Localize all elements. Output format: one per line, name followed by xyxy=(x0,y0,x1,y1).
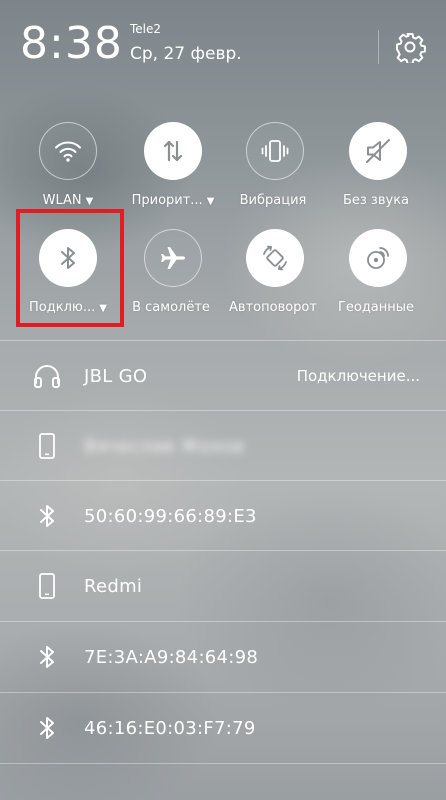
wifi-icon xyxy=(39,122,97,180)
list-divider xyxy=(0,763,446,764)
list-item[interactable]: Вячеслав Жохов xyxy=(0,411,446,481)
device-name: Redmi xyxy=(84,575,143,597)
vibration-icon xyxy=(246,122,304,180)
device-name: Вячеслав Жохов xyxy=(84,435,245,457)
toggle-wlan[interactable]: WLAN ▼ xyxy=(13,122,123,208)
toggle-label: Без звука xyxy=(342,193,410,208)
location-icon xyxy=(349,229,407,287)
airplane-icon xyxy=(144,229,202,287)
bluetooth-icon xyxy=(32,713,62,743)
list-item[interactable]: Redmi xyxy=(0,551,446,621)
list-item[interactable]: 50:60:99:66:89:E3 xyxy=(0,481,446,551)
headphones-icon xyxy=(32,361,62,391)
header-divider xyxy=(378,30,379,64)
toggle-label: В самолёте xyxy=(132,300,210,315)
toggle-silent[interactable]: Без звука xyxy=(323,122,433,208)
list-item[interactable]: JBL GO Подключение... xyxy=(0,341,446,411)
device-name: JBL GO xyxy=(84,365,148,387)
bluetooth-icon xyxy=(32,501,62,531)
device-name: 7E:3A:A9:84:64:98 xyxy=(84,646,259,668)
device-name: 50:60:99:66:89:E3 xyxy=(84,505,257,527)
toggle-label: Автоповорот xyxy=(229,300,317,315)
list-item[interactable]: 7E:3A:A9:84:64:98 xyxy=(0,622,446,692)
bluetooth-icon xyxy=(32,642,62,672)
phone-icon xyxy=(32,571,62,601)
toggle-label: Вибрация xyxy=(239,193,307,208)
toggle-airplane[interactable]: В самолёте xyxy=(118,229,228,315)
toggle-label: WLAN xyxy=(42,193,82,208)
list-item[interactable]: 46:16:E0:03:F7:79 xyxy=(0,693,446,763)
phone-icon xyxy=(32,431,62,461)
date: Ср, 27 февр. xyxy=(130,44,242,64)
toggle-location[interactable]: Геоданные xyxy=(323,229,433,315)
toggle-label: Геоданные xyxy=(337,300,415,315)
chevron-down-icon[interactable]: ▼ xyxy=(86,196,94,207)
device-name: 46:16:E0:03:F7:79 xyxy=(84,717,256,739)
data-priority-icon xyxy=(144,122,202,180)
mute-icon xyxy=(349,122,407,180)
clock: 8:38 xyxy=(20,18,123,69)
operator-name: Tele2 xyxy=(130,22,162,36)
toggle-data-priority[interactable]: Приорит... ▼ xyxy=(118,122,228,208)
toggle-vibration[interactable]: Вибрация xyxy=(220,122,330,208)
bluetooth-highlight-frame xyxy=(16,209,124,327)
toggle-label: Приорит... xyxy=(131,193,203,208)
device-status: Подключение... xyxy=(296,367,420,385)
chevron-down-icon[interactable]: ▼ xyxy=(207,196,215,207)
toggle-autorotate[interactable]: Автоповорот xyxy=(220,229,330,315)
rotate-icon xyxy=(246,229,304,287)
gear-icon[interactable] xyxy=(394,31,426,65)
